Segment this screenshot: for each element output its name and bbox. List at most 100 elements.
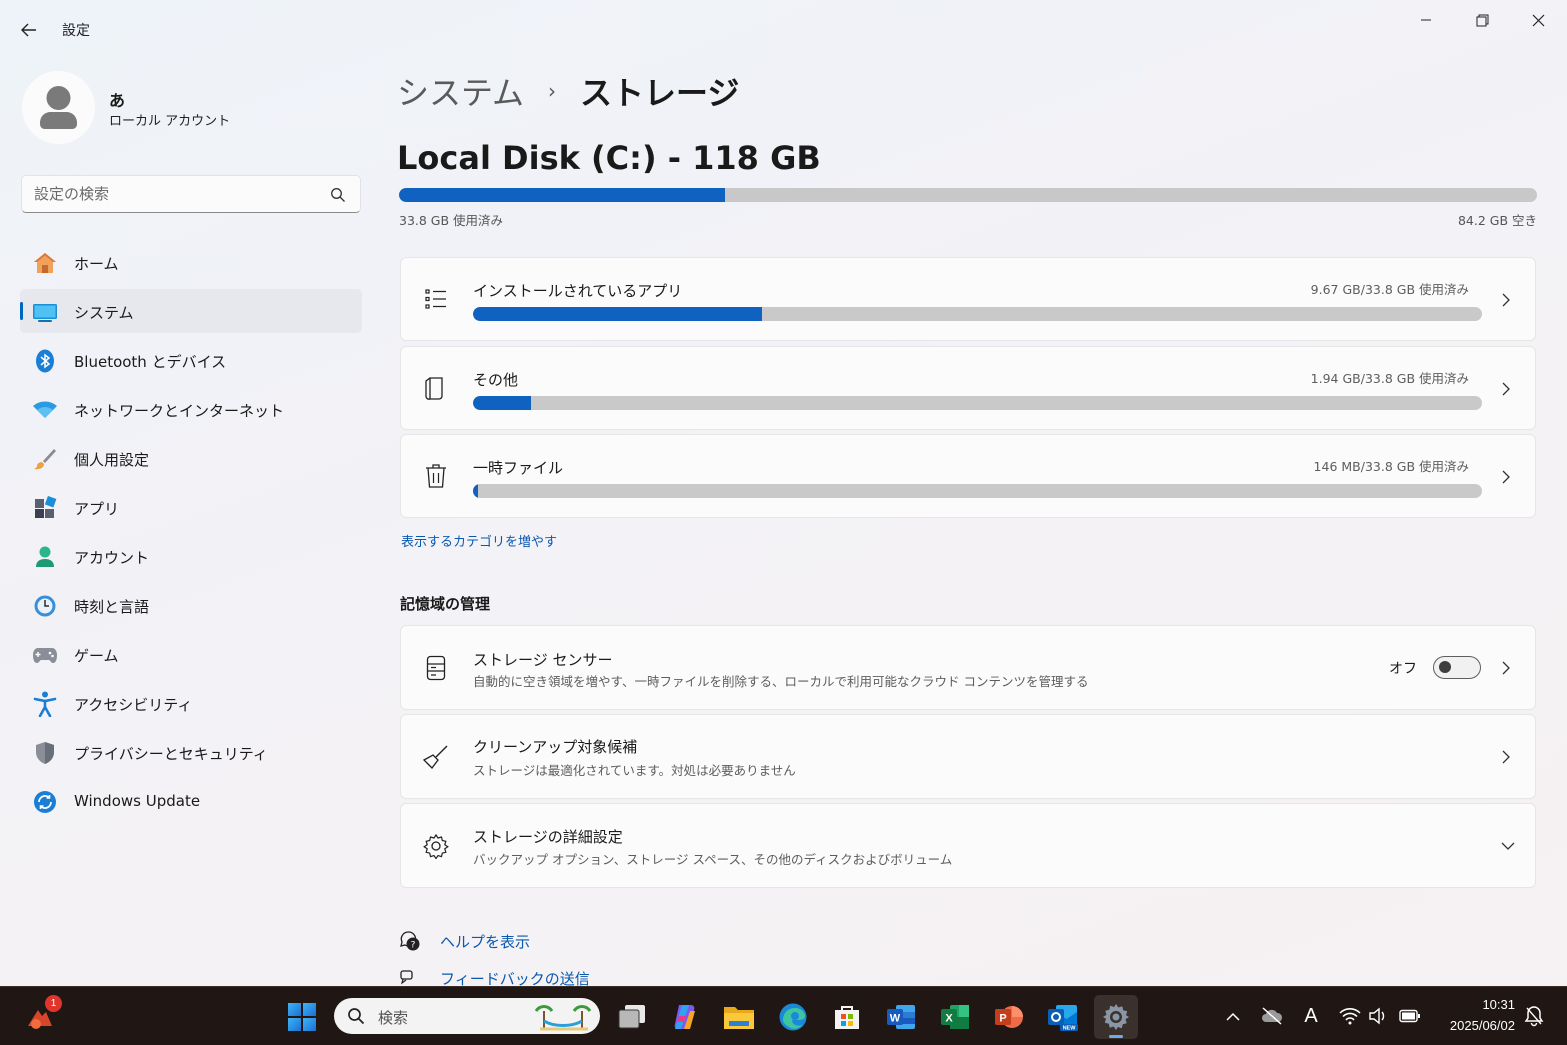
storage-management-heading: 記憶域の管理	[400, 595, 491, 613]
gamepad-icon	[32, 642, 58, 668]
store-button[interactable]	[825, 995, 869, 1039]
minimize-button[interactable]	[1398, 6, 1454, 34]
category-usage: 9.67 GB/33.8 GB 使用済み	[1310, 282, 1469, 297]
sidebar-item-time-language[interactable]: 時刻と言語	[20, 583, 362, 627]
clock-time[interactable]: 10:31	[1482, 997, 1515, 1012]
settings-taskbar-button[interactable]	[1094, 995, 1138, 1039]
storage-sense-description: 自動的に空き領域を増やす、一時ファイルを削除する、ローカルで利用可能なクラウド …	[473, 674, 1089, 689]
sidebar-item-network[interactable]: ネットワークとインターネット	[20, 387, 362, 431]
breadcrumb-parent[interactable]: システム	[397, 68, 524, 114]
excel-icon: X	[941, 1005, 969, 1029]
clock-date[interactable]: 2025/06/02	[1450, 1018, 1515, 1033]
advanced-storage-description: バックアップ オプション、ストレージ スペース、その他のディスクおよびボリューム	[473, 852, 953, 867]
cloud-offline-icon	[1262, 1007, 1283, 1025]
time-language-icon	[32, 593, 58, 619]
word-button[interactable]: W	[879, 995, 923, 1039]
cleanup-recommendations-row[interactable]: クリーンアップ対象候補 ストレージは最適化されています。対処は必要ありません	[400, 714, 1536, 799]
svg-text:X: X	[945, 1013, 953, 1025]
user-name: あ	[109, 91, 126, 110]
back-button[interactable]	[14, 16, 44, 44]
category-usage-bar-fill	[473, 484, 479, 498]
volume-tray-button[interactable]	[1365, 1003, 1391, 1029]
chevron-right-icon	[1499, 382, 1513, 396]
update-icon	[32, 789, 58, 815]
taskbar-widget-button[interactable]: 1	[18, 995, 62, 1039]
copilot-button[interactable]	[663, 995, 707, 1039]
sidebar-item-label: ホーム	[74, 255, 119, 273]
category-other[interactable]: その他 1.94 GB/33.8 GB 使用済み	[400, 346, 1536, 430]
sidebar-item-label: Bluetooth とデバイス	[74, 353, 227, 371]
sidebar-item-apps[interactable]: アプリ	[20, 485, 362, 529]
sidebar-item-windows-update[interactable]: Windows Update	[20, 779, 362, 823]
sidebar-item-accessibility[interactable]: アクセシビリティ	[20, 681, 362, 725]
sidebar-item-privacy[interactable]: プライバシーとセキュリティ	[20, 730, 362, 774]
file-explorer-button[interactable]	[717, 995, 761, 1039]
back-arrow-icon	[21, 23, 36, 37]
edge-button[interactable]	[771, 995, 815, 1039]
start-button[interactable]	[280, 995, 324, 1039]
show-help-link[interactable]: ヘルプを表示	[440, 931, 530, 952]
chevron-up-icon	[1226, 1012, 1240, 1021]
sidebar-item-personalization[interactable]: 個人用設定	[20, 436, 362, 480]
category-usage: 146 MB/33.8 GB 使用済み	[1313, 459, 1469, 474]
advanced-storage-settings-row[interactable]: ストレージの詳細設定 バックアップ オプション、ストレージ スペース、その他のデ…	[400, 803, 1536, 888]
toggle-knob	[1439, 661, 1451, 673]
category-label: 一時ファイル	[473, 459, 564, 477]
list-icon	[423, 286, 449, 312]
copilot-icon	[674, 1005, 695, 1029]
restore-icon	[1476, 14, 1488, 26]
search-highlight-icon	[534, 1005, 592, 1031]
help-link-row[interactable]: ? ヘルプを表示	[399, 929, 530, 953]
send-feedback-link[interactable]: フィードバックの送信	[440, 968, 590, 986]
storage-sense-icon	[423, 655, 449, 681]
sidebar-item-system[interactable]: システム	[20, 289, 362, 333]
settings-search-input[interactable]	[34, 183, 324, 205]
svg-text:W: W	[890, 1013, 901, 1025]
chevron-right-icon	[1499, 750, 1513, 764]
battery-tray-button[interactable]	[1397, 1003, 1423, 1029]
restore-button[interactable]	[1454, 6, 1510, 34]
broom-icon	[423, 744, 449, 770]
shield-icon	[32, 740, 58, 766]
taskbar: 1 検索 W X P NEW A 10:31 2025/06/02	[0, 986, 1567, 1045]
category-usage-bar	[473, 484, 1482, 498]
feedback-link-row[interactable]: フィードバックの送信	[399, 968, 590, 986]
sidebar-item-bluetooth[interactable]: Bluetooth とデバイス	[20, 338, 362, 382]
close-button[interactable]	[1510, 6, 1566, 34]
ime-indicator[interactable]: A	[1298, 1003, 1324, 1029]
sidebar-item-home[interactable]: ホーム	[20, 240, 362, 284]
advanced-storage-label: ストレージの詳細設定	[473, 828, 623, 846]
network-tray-button[interactable]	[1337, 1003, 1363, 1029]
settings-icon	[1103, 1004, 1129, 1030]
category-label: その他	[473, 371, 519, 389]
sidebar-item-label: Windows Update	[74, 792, 201, 810]
sidebar-item-label: アプリ	[74, 500, 120, 518]
sidebar-item-label: プライバシーとセキュリティ	[74, 745, 268, 763]
disk-title: Local Disk (C:) - 118 GB	[397, 139, 821, 177]
notification-bell-icon	[1524, 1006, 1544, 1027]
wifi-icon	[32, 397, 58, 423]
outlook-button[interactable]: NEW	[1041, 995, 1085, 1039]
storage-sense-row[interactable]: ストレージ センサー 自動的に空き領域を増やす、一時ファイルを削除する、ローカル…	[400, 625, 1536, 710]
task-view-button[interactable]	[610, 995, 654, 1039]
category-temp-files[interactable]: 一時ファイル 146 MB/33.8 GB 使用済み	[400, 434, 1536, 518]
tray-overflow-button[interactable]	[1220, 1003, 1246, 1029]
app-title: 設定	[62, 23, 90, 39]
edge-icon	[779, 1003, 807, 1031]
excel-button[interactable]: X	[933, 995, 977, 1039]
notification-center-button[interactable]	[1521, 1003, 1547, 1029]
user-profile[interactable]: あ ローカル アカウント	[22, 71, 352, 145]
category-installed-apps[interactable]: インストールされているアプリ 9.67 GB/33.8 GB 使用済み	[400, 257, 1536, 341]
powerpoint-button[interactable]: P	[987, 995, 1031, 1039]
bluetooth-icon	[32, 348, 58, 374]
storage-sense-toggle[interactable]	[1433, 656, 1481, 679]
onedrive-tray-button[interactable]	[1259, 1003, 1285, 1029]
show-more-categories-link[interactable]: 表示するカテゴリを増やす	[401, 531, 557, 550]
start-icon	[288, 1003, 316, 1031]
sidebar-item-gaming[interactable]: ゲーム	[20, 632, 362, 676]
storage-sense-label: ストレージ センサー	[473, 651, 613, 669]
taskbar-search-box[interactable]: 検索	[334, 998, 600, 1034]
settings-search-box[interactable]	[21, 175, 361, 213]
sidebar-item-accounts[interactable]: アカウント	[20, 534, 362, 578]
svg-text:?: ?	[411, 941, 416, 951]
